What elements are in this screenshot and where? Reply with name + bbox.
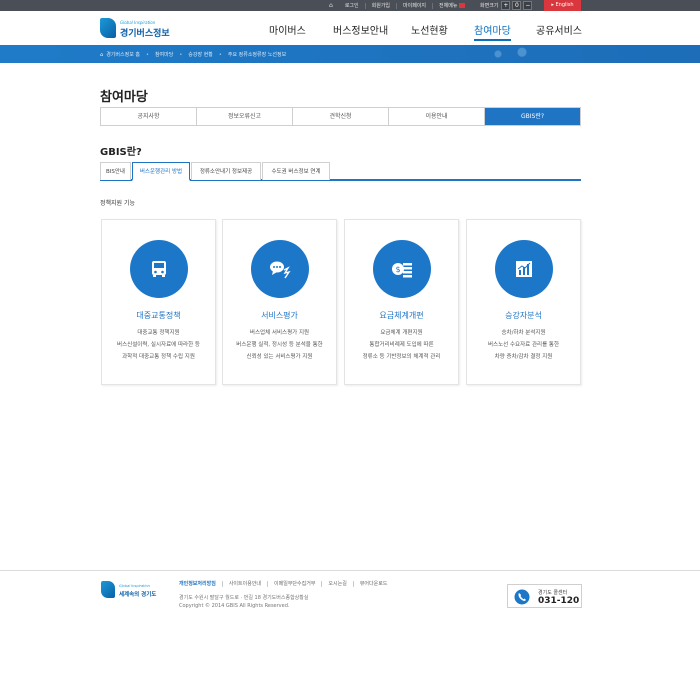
site-header: Global Inspiration 경기버스정보 마이버스 버스정보안내 노선… xyxy=(0,11,700,45)
card-line: 차량 증차/감차 결정 지원 xyxy=(494,354,553,360)
card-line: 버스노선 수요자료 관리를 통한 xyxy=(487,342,560,348)
top-utility-bar: ⌂ 로그인 회원가입 마이페이지 전체메뉴 화면크기 + 0 − ▸ Engli… xyxy=(0,0,700,11)
nav-mybus[interactable]: 마이버스 xyxy=(269,22,306,37)
font-reset-button[interactable]: 0 xyxy=(512,1,522,10)
footer-link-site-guide[interactable]: 사이트이용안내 xyxy=(223,581,269,587)
font-increase-button[interactable]: + xyxy=(501,1,511,10)
footer-link-viewer[interactable]: 뷰어다운로드 xyxy=(354,581,394,587)
card-line: 버스업체 서비스평가 지원 xyxy=(249,330,310,336)
nav-bus-info[interactable]: 버스정보안내 xyxy=(333,22,388,37)
subtab-bus-operation[interactable]: 버스운행관리 방법 xyxy=(132,162,190,181)
breadcrumb-item[interactable]: 참여마당 xyxy=(155,51,173,58)
breadcrumb-item[interactable]: 승강장 현황 xyxy=(188,51,213,58)
card-title: 요금체계개편 xyxy=(379,311,424,320)
breadcrumb-item[interactable]: 주요 정류소정류장 노선정보 xyxy=(228,51,286,58)
breadcrumb-bar: ⌂ 경기버스정보 홈 • 참여마당 • 승강장 현황 • 주요 정류소정류장 노… xyxy=(0,45,700,63)
footer-logo[interactable]: Global Inspiration 세계속의 경기도 xyxy=(101,581,161,599)
logo-mark-icon xyxy=(100,18,116,38)
footer-logo-mark-icon xyxy=(101,581,115,598)
card-description: 대중교통 정책지원 버스신설이력, 실시자료에 따라한 등 과학적 대중교통 정… xyxy=(102,327,215,363)
footer-logo-text: 세계속의 경기도 xyxy=(119,592,157,598)
font-decrease-button[interactable]: − xyxy=(523,1,533,10)
chevron-down-icon xyxy=(459,2,466,8)
chat-icon xyxy=(251,240,309,298)
card-description: 버스업체 서비스평가 지원 버스운행 실적, 정시성 등 분석을 통한 신뢰성 … xyxy=(223,327,336,363)
card-line: 버스신설이력, 실시자료에 따라한 등 xyxy=(117,342,200,348)
phone-icon xyxy=(514,589,530,605)
card-line: 승차/하차 분석지원 xyxy=(501,330,546,336)
login-link[interactable]: 로그인 xyxy=(339,2,366,9)
card-transit-policy: 대중교통정책 대중교통 정책지원 버스신설이력, 실시자료에 따라한 등 과학적… xyxy=(101,219,216,385)
all-menu-link[interactable]: 전체메뉴 xyxy=(433,2,471,9)
breadcrumb-separator: • xyxy=(145,51,149,58)
footer-divider xyxy=(0,570,700,571)
section-title: GBIS란? xyxy=(100,147,142,158)
tab-usage-guide[interactable]: 이용안내 xyxy=(389,108,485,125)
breadcrumb-item[interactable]: 경기버스정보 홈 xyxy=(106,51,140,58)
card-ridership-analysis: 승강자분석 승차/하차 분석지원 버스노선 수요자료 관리를 통한 차량 증차/… xyxy=(466,219,581,385)
card-line: 신뢰성 있는 서비스평가 지원 xyxy=(246,354,313,360)
card-line: 대중교통 정책지원 xyxy=(137,330,180,336)
nav-route-status[interactable]: 노선현황 xyxy=(411,22,448,37)
main-tabs: 공지사항 정보오류신고 견학신청 이용안내 GBIS란? xyxy=(100,107,581,126)
home-icon[interactable]: ⌂ xyxy=(323,2,339,9)
footer-logo-tagline: Global Inspiration xyxy=(119,584,150,588)
footer-links: 개인정보처리방침 사이트이용안내 이메일무단수집거부 오시는길 뷰어다운로드 xyxy=(179,581,393,587)
nav-shared-service[interactable]: 공유서비스 xyxy=(536,22,582,37)
decorative-pattern xyxy=(480,45,540,63)
card-line: 요금체계 개편지원 xyxy=(380,330,423,336)
subtab-metro-link[interactable]: 수도권 버스정보 연계 xyxy=(262,162,330,180)
font-size-label: 화면크기 xyxy=(480,3,499,9)
logo-text: 경기버스정보 xyxy=(120,29,170,39)
page-title: 참여마당 xyxy=(100,90,148,105)
policy-cards: 대중교통정책 대중교통 정책지원 버스신설이력, 실시자료에 따라한 등 과학적… xyxy=(101,219,582,385)
nav-participation[interactable]: 참여마당 xyxy=(474,22,511,41)
card-line: 통합거리비례제 도입에 따른 xyxy=(369,342,434,348)
card-line: 과학적 대중교통 정책 수립 지원 xyxy=(122,354,195,360)
bus-icon xyxy=(130,240,188,298)
logo-tagline: Global Inspiration xyxy=(120,20,156,25)
card-title: 승강자분석 xyxy=(505,311,542,320)
all-menu-label: 전체메뉴 xyxy=(439,2,458,9)
footer-address: 경기도 수원시 팔달구 월드로 · 번길 18 경기도버스종합상황실 xyxy=(179,595,309,601)
breadcrumb-home-icon: ⌂ xyxy=(100,51,104,58)
tab-gbis[interactable]: GBIS란? xyxy=(485,108,580,125)
call-center-label: 경기도 콜센터 xyxy=(538,590,568,596)
breadcrumb: ⌂ 경기버스정보 홈 • 참여마당 • 승강장 현황 • 주요 정류소정류장 노… xyxy=(100,51,286,59)
font-size-control: 화면크기 + 0 − xyxy=(480,1,534,10)
footer-link-email-refuse[interactable]: 이메일무단수집거부 xyxy=(268,581,323,587)
call-center-number: 031-120 xyxy=(538,596,580,606)
card-fare-reform: $ 요금체계개편 요금체계 개편지원 통합거리비례제 도입에 따른 정류소 등 … xyxy=(344,219,459,385)
tab-notice[interactable]: 공지사항 xyxy=(101,108,197,125)
card-title: 서비스평가 xyxy=(261,311,298,320)
call-center-box[interactable]: 경기도 콜센터 031-120 xyxy=(507,584,582,608)
card-service-evaluation: 서비스평가 버스업체 서비스평가 지원 버스운행 실적, 정시성 등 분석을 통… xyxy=(222,219,337,385)
tab-error-report[interactable]: 정보오류신고 xyxy=(197,108,293,125)
subtab-stop-display[interactable]: 정류소안내기 정보제공 xyxy=(191,162,261,180)
card-title: 대중교통정책 xyxy=(136,311,181,320)
footer-copyright: Copyright © 2014 GBIS All Rights Reserve… xyxy=(179,603,290,609)
tab-tour-request[interactable]: 견학신청 xyxy=(293,108,389,125)
card-line: 정류소 등 기반정보의 체계적 관리 xyxy=(362,354,441,360)
svg-text:$: $ xyxy=(395,265,400,274)
breadcrumb-separator: • xyxy=(179,51,183,58)
card-description: 승차/하차 분석지원 버스노선 수요자료 관리를 통한 차량 증차/감차 결정 … xyxy=(467,327,580,363)
subtab-bis-intro[interactable]: BIS안내 xyxy=(100,162,131,180)
card-line: 버스운행 실적, 정시성 등 분석을 통한 xyxy=(236,342,323,348)
sub-tabs: BIS안내 버스운행관리 방법 정류소안내기 정보제공 수도권 버스정보 연계 xyxy=(100,162,581,181)
english-link[interactable]: ▸ English xyxy=(544,0,581,11)
mypage-link[interactable]: 마이페이지 xyxy=(397,2,434,9)
money-icon: $ xyxy=(373,240,431,298)
breadcrumb-separator: • xyxy=(218,51,222,58)
english-label: English xyxy=(555,2,574,8)
footer-link-directions[interactable]: 오시는길 xyxy=(322,581,354,587)
footer-link-privacy[interactable]: 개인정보처리방침 xyxy=(179,581,223,587)
site-logo[interactable]: Global Inspiration 경기버스정보 xyxy=(100,18,172,40)
join-link[interactable]: 회원가입 xyxy=(366,2,398,9)
group-heading: 정책지원 기능 xyxy=(100,200,136,207)
card-description: 요금체계 개편지원 통합거리비례제 도입에 따른 정류소 등 기반정보의 체계적… xyxy=(345,327,458,363)
chart-icon xyxy=(495,240,553,298)
